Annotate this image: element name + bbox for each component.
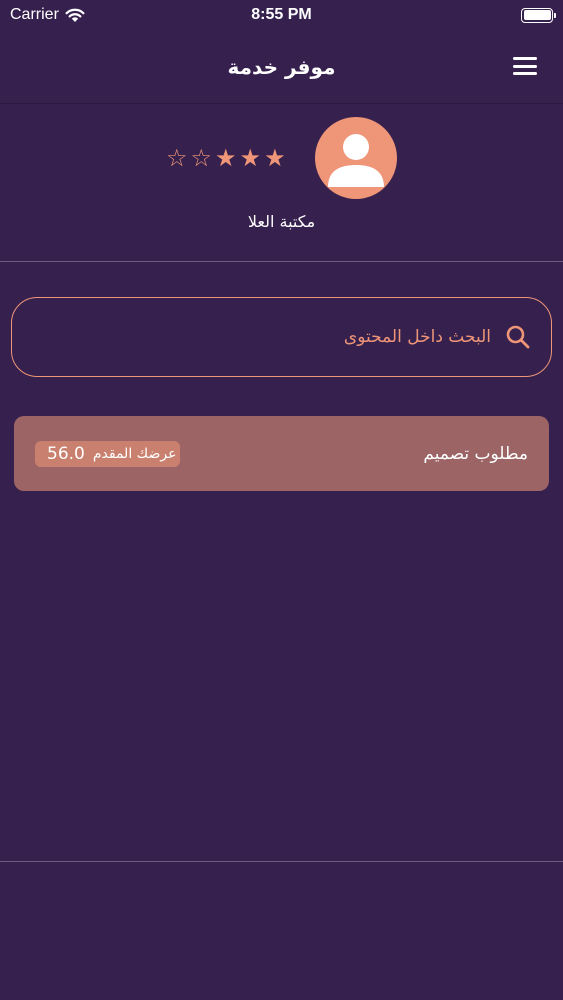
request-title: مطلوب تصميم [423,443,528,464]
divider [0,861,563,862]
star-icon: ★ [239,144,262,172]
battery-fill [523,10,551,20]
search-icon[interactable] [505,324,531,350]
menu-line [513,64,537,68]
avatar-silhouette-icon [328,134,384,187]
hamburger-menu-icon[interactable] [513,57,537,75]
star-icon: ★ [264,144,286,172]
menu-line [513,72,537,75]
search-input[interactable] [111,327,491,347]
battery-icon [521,7,556,23]
provider-profile: ☆ ☆ ★ ★ ★ مكتبة العلا [0,104,563,262]
offer-badge: 56.0 عرضك المقدم [35,440,181,467]
page-title: موفر خدمة [227,54,336,79]
offer-label: عرضك المقدم [92,445,177,462]
nav-bar: موفر خدمة [0,30,563,104]
menu-line [513,57,537,60]
carrier-label: Carrier [10,6,59,23]
user-avatar-icon [315,117,397,199]
star-icon: ☆ [190,144,213,172]
wifi-icon [65,8,85,22]
search-field[interactable] [11,297,552,377]
star-icon: ☆ [166,144,188,172]
rating-stars: ☆ ☆ ★ ★ ★ [166,144,286,172]
request-card[interactable]: 56.0 عرضك المقدم مطلوب تصميم [14,416,549,491]
status-left: Carrier [10,6,85,24]
provider-name: مكتبة العلا [247,212,316,231]
offer-value: 56.0 [47,443,85,464]
star-icon: ★ [215,144,237,172]
status-bar: Carrier 8:55 PM [0,0,563,30]
